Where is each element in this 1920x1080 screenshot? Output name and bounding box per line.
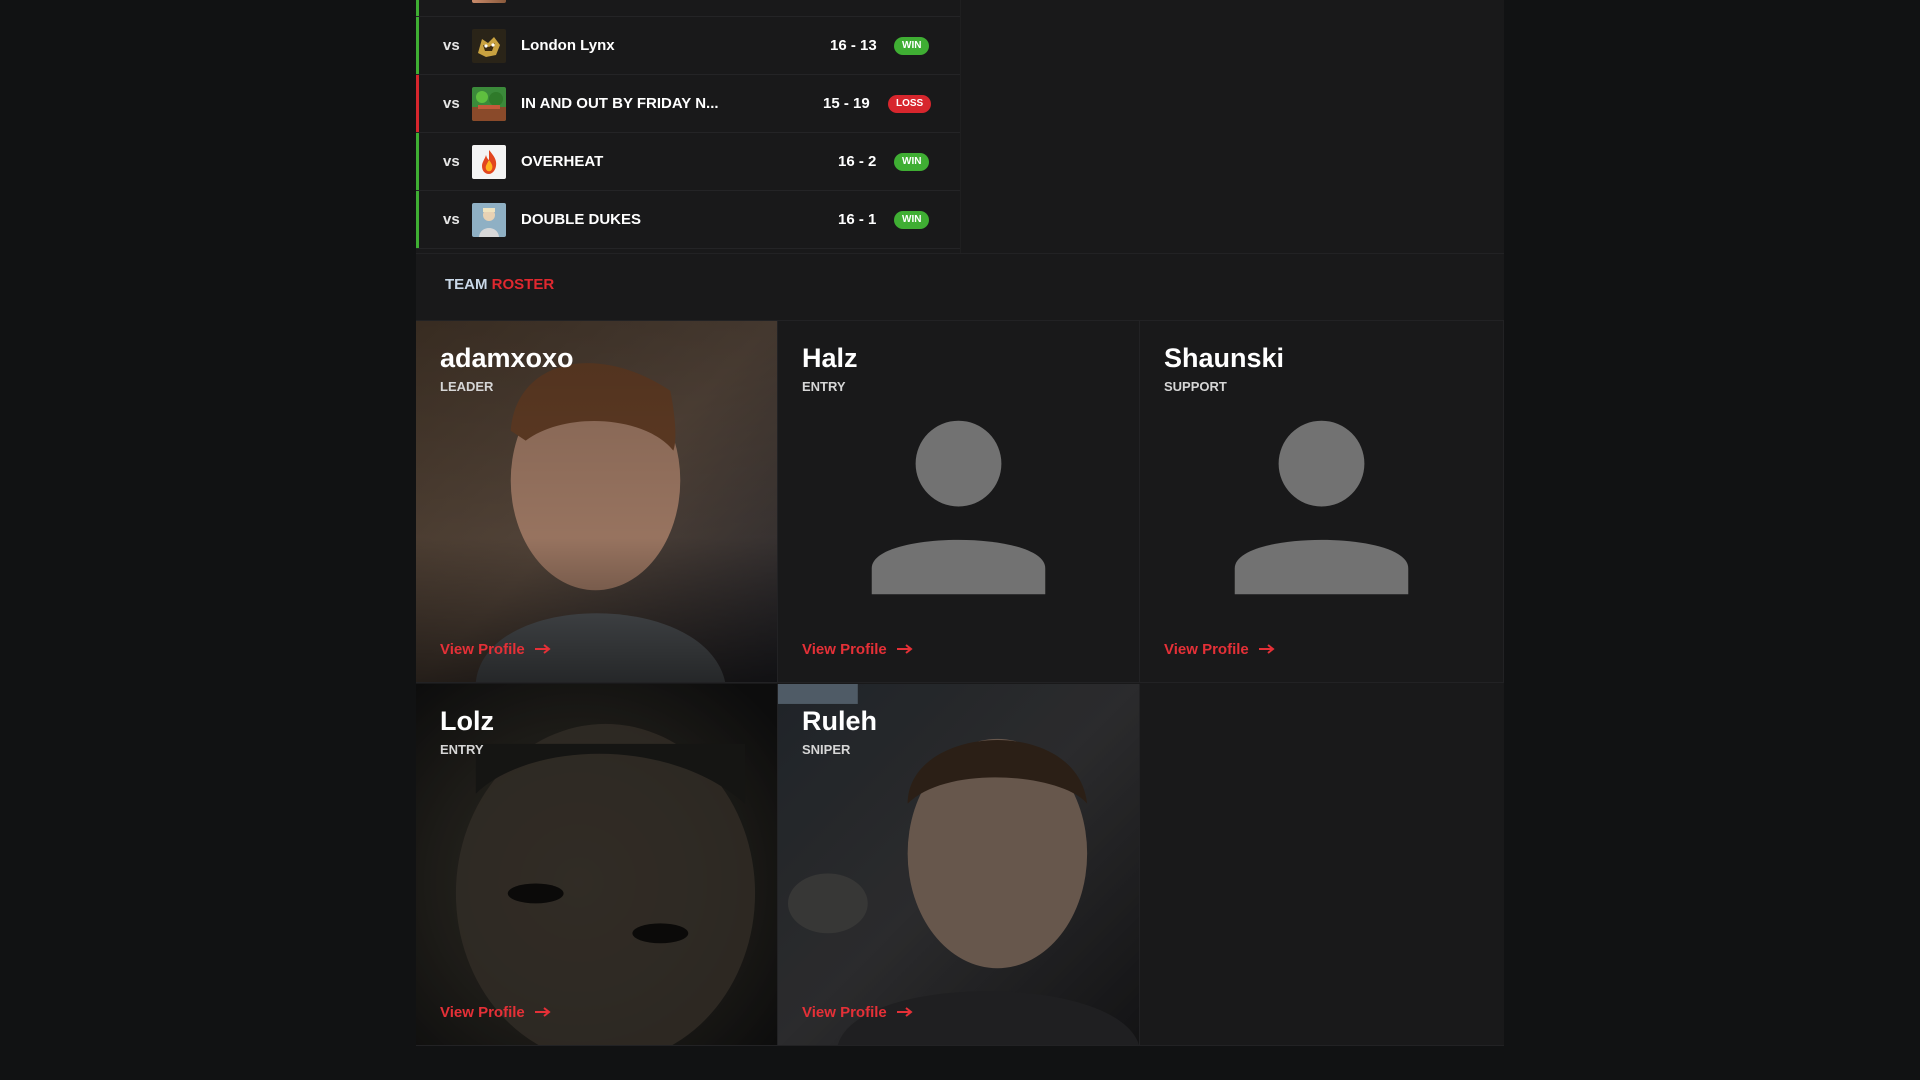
player-card[interactable]: Lolz ENTRY View Profile [416,684,778,1046]
match-row[interactable]: vs IN AND OUT BY FRIDAY N... 15 - 19 LOS… [416,75,960,133]
view-profile-link[interactable]: View Profile [440,641,551,658]
match-row[interactable]: vs DOUBLE DUKES 16 - 1 WIN [416,191,960,249]
result-indicator [416,75,419,132]
in-and-out-logo [472,86,506,121]
player-name: Halz [802,343,858,373]
result-indicator [416,0,419,16]
player-photo [778,684,1139,1045]
arrow-right-icon [534,641,551,658]
arrow-right-icon [896,1004,913,1021]
view-profile-label: View Profile [802,1004,887,1021]
match-score: 15 - 19 [823,95,870,112]
empty-roster-slot [1140,684,1504,1046]
player-card[interactable]: Halz ENTRY View Profile [778,321,1140,683]
london-lynx-logo [472,28,506,63]
player-role: SNIPER [802,742,851,757]
win-badge: WIN [894,211,930,229]
player-photo [416,321,777,682]
opponent-name[interactable]: London Lynx [521,37,615,54]
view-profile-link[interactable]: View Profile [802,1004,913,1021]
match-score: 16 - 13 [830,37,877,54]
view-profile-label: View Profile [1164,641,1249,658]
view-profile-label: View Profile [440,641,525,658]
arrow-right-icon [896,641,913,658]
opponent-name[interactable]: IN AND OUT BY FRIDAY N... [521,95,719,112]
result-indicator [416,191,419,248]
arrow-right-icon [1258,641,1275,658]
player-name: Shaunski [1164,343,1285,373]
match-row[interactable]: vs OVERHEAT 16 - 2 WIN [416,133,960,191]
vs-label: vs [443,153,460,170]
match-score: 16 - 1 [838,211,877,228]
vs-label: vs [443,37,460,54]
player-role: LEADER [440,379,494,394]
view-profile-label: View Profile [802,641,887,658]
match-row-partial[interactable] [416,0,960,17]
view-profile-label: View Profile [440,1004,525,1021]
user-placeholder-icon [778,321,1139,682]
double-dukes-logo [472,202,506,237]
result-indicator [416,17,419,74]
win-badge: WIN [894,153,930,171]
view-profile-link[interactable]: View Profile [1164,641,1275,658]
title-roster: ROSTER [491,276,555,293]
arrow-right-icon [534,1004,551,1021]
player-card[interactable]: adamxoxo LEADER View Profile [416,321,778,683]
player-card[interactable]: Shaunski SUPPORT View Profile [1140,321,1504,683]
section-title: TEAM ROSTER [445,276,554,293]
result-indicator [416,133,419,190]
player-photo [416,684,777,1045]
match-row[interactable]: vs London Lynx 16 - 13 WIN [416,17,960,75]
player-card[interactable]: Ruleh SNIPER View Profile [778,684,1140,1046]
opponent-name[interactable]: DOUBLE DUKES [521,211,641,228]
vs-label: vs [443,95,460,112]
team-roster-header: TEAM ROSTER [416,253,1504,321]
team-logo [472,0,506,3]
user-placeholder-icon [1140,321,1503,682]
vs-label: vs [443,211,460,228]
opponent-name[interactable]: OVERHEAT [521,153,603,170]
player-role: SUPPORT [1164,379,1227,394]
player-role: ENTRY [802,379,846,394]
match-score: 16 - 2 [838,153,877,170]
win-badge: WIN [894,37,930,55]
player-name: adamxoxo [440,343,574,373]
title-team: TEAM [445,276,488,293]
overheat-logo [472,144,506,179]
player-name: Lolz [440,706,494,736]
recent-matches-list: vs London Lynx 16 - 13 WIN vs IN AND OUT… [416,0,961,253]
view-profile-link[interactable]: View Profile [440,1004,551,1021]
team-page-content: vs London Lynx 16 - 13 WIN vs IN AND OUT… [416,0,1504,1046]
view-profile-link[interactable]: View Profile [802,641,913,658]
player-role: ENTRY [440,742,484,757]
player-name: Ruleh [802,706,878,736]
loss-badge: LOSS [888,95,932,113]
